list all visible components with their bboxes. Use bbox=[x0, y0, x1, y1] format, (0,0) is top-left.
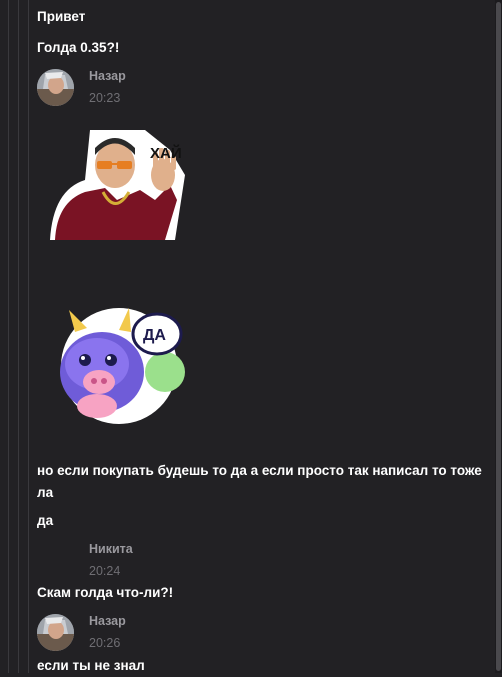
sticker-yes[interactable]: ДА bbox=[47, 302, 187, 432]
message-text: если ты не знал bbox=[37, 658, 145, 673]
author-name[interactable]: Никита bbox=[89, 542, 133, 556]
author-name[interactable]: Назар bbox=[89, 614, 126, 628]
scrollbar[interactable] bbox=[495, 0, 502, 673]
timestamp: 20:26 bbox=[89, 636, 121, 650]
sticker-text: ХАЙ bbox=[150, 144, 182, 162]
avatar[interactable] bbox=[37, 614, 74, 651]
message-text: Голда 0.35?! bbox=[37, 40, 120, 55]
thread-gutter bbox=[0, 0, 30, 673]
author-name[interactable]: Назар bbox=[89, 69, 126, 83]
scrollbar-thumb[interactable] bbox=[496, 2, 501, 671]
message-text: Привет bbox=[37, 9, 86, 24]
timestamp: 20:23 bbox=[89, 91, 121, 105]
sticker-text: ДА bbox=[143, 327, 166, 344]
message-text: но если покупать будешь то да а если про… bbox=[37, 463, 482, 500]
timestamp: 20:24 bbox=[89, 564, 121, 578]
sticker-hi[interactable]: ХАЙ bbox=[45, 130, 190, 250]
message-text: Скам голда что-ли?! bbox=[37, 585, 174, 600]
message-text: да bbox=[37, 513, 54, 528]
avatar[interactable] bbox=[37, 69, 74, 106]
